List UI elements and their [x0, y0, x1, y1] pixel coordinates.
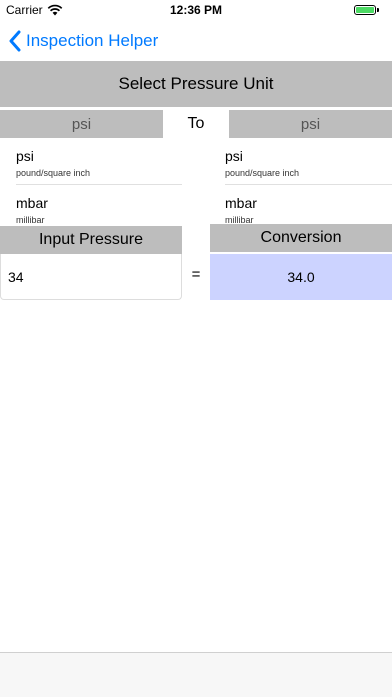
status-bar: Carrier 12:36 PM [0, 0, 392, 20]
to-unit-option-psi[interactable]: psi pound/square inch [225, 148, 392, 192]
unit-description: pound/square inch [225, 168, 300, 178]
unit-name: psi [225, 148, 243, 164]
pressure-input[interactable]: 34 [0, 254, 182, 300]
back-button[interactable]: Inspection Helper [8, 28, 158, 54]
clock: 12:36 PM [169, 3, 223, 17]
unit-name: psi [16, 148, 34, 164]
conversion-result: 34.0 [210, 254, 392, 300]
unit-name: mbar [225, 195, 257, 211]
battery-icon [354, 5, 376, 15]
unit-description: pound/square inch [16, 168, 91, 178]
divider [225, 184, 392, 185]
back-button-label: Inspection Helper [26, 31, 159, 50]
page-title: Select Pressure Unit [0, 61, 392, 107]
to-unit-display: psi [229, 110, 392, 138]
chevron-left-icon [9, 30, 21, 52]
from-unit-display: psi [0, 110, 163, 138]
from-unit-option-psi[interactable]: psi pound/square inch [16, 148, 182, 192]
to-label: To [163, 110, 229, 138]
input-pressure-label: Input Pressure [0, 226, 182, 254]
navigation-bar: Inspection Helper [0, 20, 392, 60]
conversion-label: Conversion [210, 224, 392, 252]
equals-sign: = [191, 266, 201, 283]
battery-tip [377, 8, 379, 12]
divider [16, 184, 182, 185]
unit-name: mbar [16, 195, 48, 211]
unit-description: millibar [16, 215, 45, 225]
bottom-toolbar [0, 652, 392, 697]
